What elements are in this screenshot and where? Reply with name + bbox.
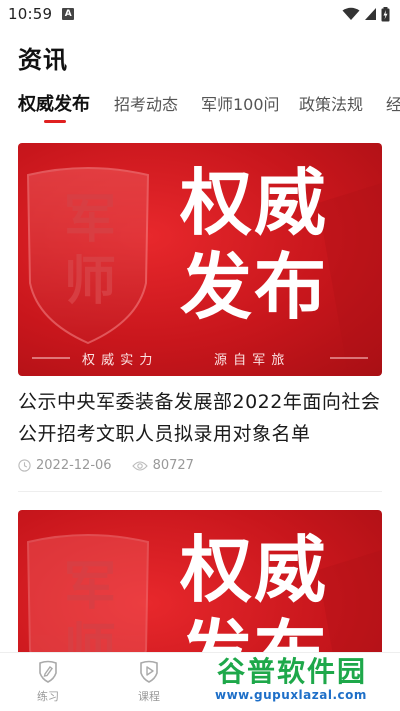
signal-icon <box>365 8 376 20</box>
page-title: 资讯 <box>18 46 68 74</box>
tab-more-cut[interactable]: 经 <box>386 92 400 122</box>
banner-headline-line1: 权威 <box>180 161 329 245</box>
nav-practice[interactable]: 练习 <box>18 659 78 704</box>
article-banner-image[interactable]: 军师 权威 发布 权 威 实 力 源 自 军 旅 <box>18 143 382 376</box>
active-tab-indicator <box>44 120 66 123</box>
banner-slogan-left: 权 威 实 力 <box>82 353 154 368</box>
nav-courses-label: 课程 <box>138 690 160 703</box>
category-tabs: 权威发布 招考动态 军师100问 政策法规 经 <box>0 92 400 126</box>
play-shield-icon <box>140 660 158 683</box>
banner-headline-line2: 发布 <box>180 245 329 329</box>
article-meta: 2022-12-06 80727 <box>18 458 382 473</box>
status-time: 10:59 <box>8 5 53 23</box>
article-card[interactable]: 军师 权威 发布 权 威 实 力 源 自 军 旅 公示中央军委装备发展部2022… <box>18 143 382 473</box>
battery-charging-icon <box>381 6 390 21</box>
tab-exam-news[interactable]: 招考动态 <box>114 92 178 122</box>
wifi-icon <box>342 7 360 20</box>
banner-slogan-right: 源 自 军 旅 <box>214 353 286 368</box>
banner-logo-text: 军师 <box>63 189 116 312</box>
tab-authority-release[interactable]: 权威发布 <box>18 92 90 122</box>
pencil-shield-icon <box>39 660 57 683</box>
nav-practice-label: 练习 <box>37 690 59 703</box>
clock-icon <box>18 459 31 472</box>
banner-headline-line1: 权威 <box>180 528 329 612</box>
eye-icon <box>131 460 148 471</box>
article-date: 2022-12-06 <box>36 458 112 473</box>
status-bar: 10:59 A <box>0 0 400 28</box>
tab-policy-regulations[interactable]: 政策法规 <box>299 92 363 122</box>
tab-military-100-questions[interactable]: 军师100问 <box>201 92 280 122</box>
article-title[interactable]: 公示中央军委装备发展部2022年面向社会公开招考文职人员拟录用对象名单 <box>18 386 382 450</box>
article-view-count: 80727 <box>152 458 194 473</box>
nav-courses[interactable]: 课程 <box>119 659 179 704</box>
card-divider <box>18 491 382 492</box>
watermark-url: www.gupuxlazal.com <box>215 688 367 702</box>
app-notification-icon: A <box>62 8 75 20</box>
site-watermark: 谷普软件园 www.gupuxlazal.com <box>215 648 400 711</box>
watermark-title: 谷普软件园 <box>217 655 368 688</box>
